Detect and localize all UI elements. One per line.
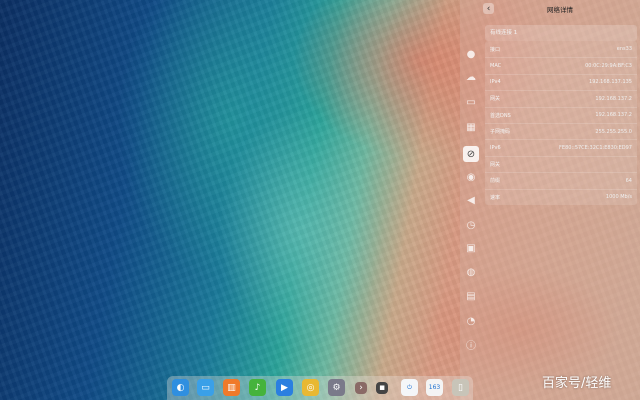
arrow-icon[interactable]: › [355, 382, 367, 394]
settings-icon[interactable]: ⚙ [328, 379, 345, 396]
detail-value: 00:0C:29:9A:BF:C3 [585, 63, 632, 70]
detail-row: 速率 1000 Mb/s [485, 188, 637, 205]
detail-value: 192.168.137.2 [595, 95, 632, 102]
chrome-icon[interactable]: ◎ [302, 379, 319, 396]
detail-row: 网关 192.168.137.2 [485, 90, 637, 106]
detail-row: IPv4 192.168.137.135 [485, 73, 637, 90]
detail-label: 子网掩码 [490, 129, 511, 136]
back-button[interactable]: ‹ [483, 3, 494, 14]
page-title: 网络详情 [547, 6, 573, 14]
detail-value: 255.255.255.0 [595, 128, 632, 135]
app-163-icon[interactable]: 163 [426, 379, 443, 396]
calendar-icon[interactable]: ▦ [464, 120, 478, 134]
detail-label: IPv6 [490, 145, 501, 152]
detail-label: 前缀 [490, 178, 501, 185]
connection-name: 有线连接 1 [485, 25, 637, 41]
sound-icon[interactable]: ◀ [464, 193, 478, 207]
detail-value: ens33 [616, 46, 632, 53]
keyboard-icon[interactable]: ▤ [464, 289, 478, 303]
mouse-icon[interactable]: ◍ [464, 265, 478, 279]
shutdown-icon[interactable]: ⏻ [401, 379, 418, 396]
detail-value: 192.168.137.135 [589, 79, 632, 86]
terminal-icon[interactable]: ▪ [376, 382, 388, 394]
detail-label: 接口 [490, 46, 501, 53]
detail-label: 网关 [490, 96, 501, 103]
detail-label: 速率 [490, 194, 501, 201]
file-manager-icon[interactable]: ▭ [197, 379, 214, 396]
detail-label: IPv4 [490, 79, 501, 86]
detail-row: MAC 00:0C:29:9A:BF:C3 [485, 57, 637, 73]
app-store-icon[interactable]: ▥ [223, 379, 240, 396]
power-icon[interactable]: ▣ [464, 241, 478, 255]
detail-row: 子网掩码 255.255.255.0 [485, 122, 637, 139]
display-icon[interactable]: ▭ [464, 95, 478, 109]
video-icon[interactable]: ▶ [276, 379, 293, 396]
trash-icon[interactable]: ▯ [452, 379, 469, 396]
music-icon[interactable]: ♪ [249, 379, 266, 396]
datetime-icon[interactable]: ◷ [464, 218, 478, 232]
watermark: 百家号/轻维 [542, 376, 612, 391]
detail-row: 前缀 64 [485, 172, 637, 188]
detail-value: 1000 Mb/s [605, 194, 632, 201]
detail-row: IPv6 FE80::57CE:32C1:E830:ED97 [485, 139, 637, 155]
user-icon[interactable]: ● [464, 47, 478, 61]
detail-value: FE80::57CE:32C1:E830:ED97 [559, 145, 632, 152]
detail-label: 网关 [490, 161, 501, 168]
cloud-icon[interactable]: ☁ [464, 70, 478, 84]
update-icon[interactable]: ◔ [464, 314, 478, 328]
personalization-icon[interactable]: ◉ [464, 170, 478, 184]
detail-label: MAC [490, 63, 502, 70]
detail-row: 接口 ens33 [485, 41, 637, 57]
network-icon[interactable]: ⊘ [463, 146, 479, 162]
detail-row: 网关 [485, 155, 637, 172]
launcher-icon[interactable]: ◐ [172, 379, 189, 396]
detail-value: 64 [625, 177, 632, 184]
detail-value: 192.168.137.2 [595, 112, 632, 119]
network-details-list: 接口 ens33 MAC 00:0C:29:9A:BF:C3 IPv4 192.168.1… [485, 41, 637, 205]
info-icon[interactable]: ⓘ [464, 337, 478, 352]
detail-label: 首选DNS [490, 112, 511, 119]
detail-row: 首选DNS 192.168.137.2 [485, 106, 637, 123]
